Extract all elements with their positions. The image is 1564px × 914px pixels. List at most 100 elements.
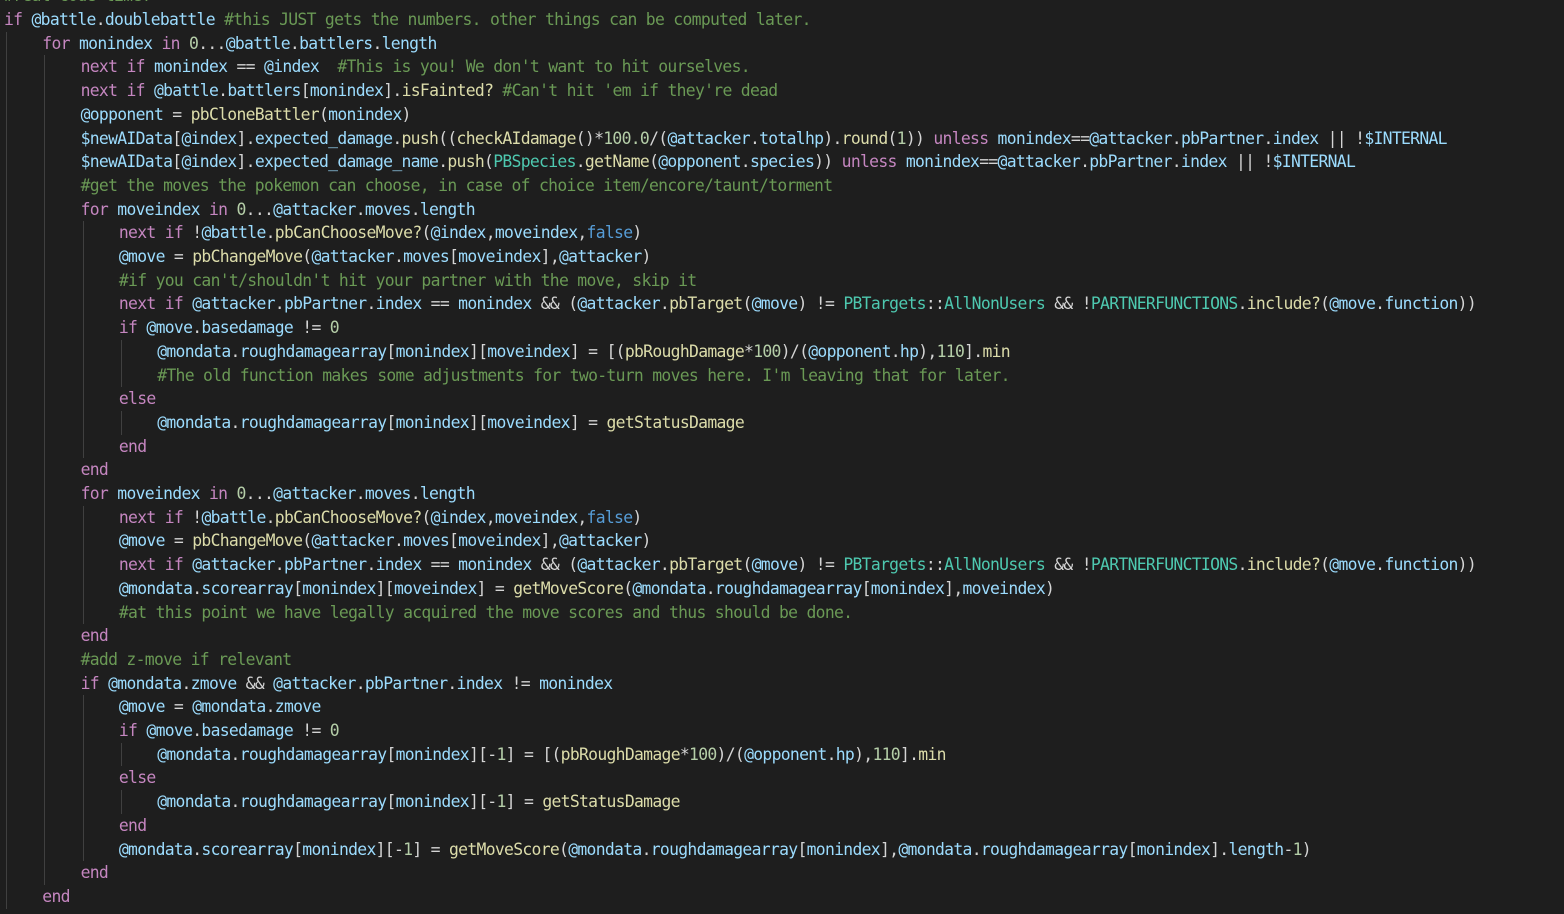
- code-token: doublebattle: [104, 10, 216, 29]
- code-token: .: [740, 152, 751, 172]
- code-line[interactable]: next if @attacker.pbPartner.index == mon…: [119, 553, 1477, 577]
- code-token: @move: [751, 555, 799, 575]
- code-token: pbPartner: [1180, 128, 1264, 148]
- code-token: function: [1384, 294, 1458, 314]
- code-line[interactable]: @opponent = pbCloneBattler(monindex): [80, 103, 412, 127]
- code-line[interactable]: next if !@battle.pbCanChooseMove?(@index…: [119, 221, 642, 245]
- code-token: (: [559, 555, 578, 575]
- code-token: .: [355, 673, 366, 693]
- code-token: 0: [189, 33, 199, 53]
- code-token: @attacker: [559, 531, 642, 551]
- code-token: (: [887, 128, 898, 148]
- code-token: 0: [236, 199, 246, 219]
- code-line[interactable]: if @move.basedamage != 0: [119, 316, 340, 340]
- code-token: .: [1080, 152, 1090, 172]
- code-token: #at this point we have legally acquired …: [118, 602, 853, 622]
- code-token: ): [797, 294, 807, 314]
- code-token: .: [438, 152, 448, 172]
- code-line[interactable]: next if monindex == @index #This is you!…: [81, 55, 751, 79]
- code-token: !: [1263, 152, 1273, 172]
- code-editor[interactable]: #real code time! if @battle.doublebattle…: [0, 0, 1564, 914]
- code-token: for: [80, 199, 109, 219]
- code-token: [: [386, 744, 396, 764]
- code-line[interactable]: @mondata.scorearray[monindex][moveindex]…: [119, 577, 1055, 601]
- code-line[interactable]: #if you can't/shouldn't hit your partner…: [119, 269, 697, 293]
- code-line[interactable]: #at this point we have legally acquired …: [118, 601, 853, 625]
- code-line[interactable]: @move = pbChangeMove(@attacker.moves[mov…: [119, 529, 652, 553]
- code-token: ]: [505, 792, 516, 812]
- code-line[interactable]: $newAIData[@index].expected_damage_name.…: [81, 150, 1356, 174]
- code-token: ): [641, 247, 652, 266]
- code-line[interactable]: next if @attacker.pbPartner.index == mon…: [119, 292, 1477, 316]
- code-line[interactable]: #add z-move if relevant: [81, 648, 293, 672]
- code-line[interactable]: for monindex in 0...@battle.battlers.len…: [42, 32, 437, 56]
- code-token: ].: [964, 341, 983, 361]
- code-token: .: [230, 412, 241, 432]
- code-token: end: [118, 436, 147, 456]
- code-line[interactable]: next if @battle.battlers[monindex].isFai…: [81, 79, 779, 103]
- code-line[interactable]: end: [119, 814, 147, 838]
- code-token: .: [355, 484, 366, 503]
- code-line[interactable]: if @battle.doublebattle #this JUST gets …: [4, 8, 812, 32]
- code-line[interactable]: @move = pbChangeMove(@attacker.moves[mov…: [119, 245, 652, 269]
- code-token: moveindex: [494, 223, 578, 243]
- code-token: 1: [896, 128, 907, 148]
- code-line[interactable]: else: [119, 766, 156, 790]
- code-token: $newAIData: [80, 152, 173, 172]
- code-line[interactable]: for moveindex in 0...@attacker.moves.len…: [80, 482, 476, 506]
- code-token: zmove: [190, 673, 238, 693]
- code-token: @attacker: [273, 484, 356, 503]
- code-token: .: [265, 697, 276, 717]
- code-line[interactable]: next if !@battle.pbCanChooseMove?(@index…: [119, 506, 642, 530]
- code-line[interactable]: if @mondata.zmove && @attacker.pbPartner…: [81, 672, 614, 696]
- code-token: round: [841, 128, 889, 148]
- code-token: .: [265, 223, 276, 243]
- code-line[interactable]: #get the moves the pokemon can choose, i…: [81, 174, 833, 198]
- code-line[interactable]: @mondata.roughdamagearray[monindex][move…: [157, 340, 1010, 364]
- code-token: .: [393, 247, 404, 266]
- code-token: moves: [364, 484, 412, 503]
- code-line[interactable]: @mondata.roughdamagearray[monindex][move…: [157, 411, 745, 435]
- code-token: if: [4, 10, 23, 29]
- code-token: [: [861, 578, 872, 598]
- code-token: ): [1045, 578, 1055, 598]
- code-line[interactable]: end: [81, 624, 109, 648]
- code-token: ==: [1070, 128, 1090, 148]
- code-token: for: [80, 484, 109, 503]
- code-token: 0: [236, 484, 246, 503]
- code-token: getStatusDamage: [606, 412, 745, 432]
- code-line[interactable]: $newAIData[@index].expected_damage.push(…: [81, 127, 1448, 151]
- code-line[interactable]: end: [119, 435, 147, 459]
- code-token: ||: [1235, 152, 1255, 172]
- code-token: ): [797, 555, 807, 575]
- code-line[interactable]: #The old function makes some adjustments…: [157, 364, 1010, 388]
- code-token: @opponent: [80, 104, 164, 124]
- code-line[interactable]: @move = @mondata.zmove: [119, 695, 321, 719]
- code-token: ): [632, 507, 642, 527]
- code-token: !=: [815, 555, 835, 575]
- code-token: getMoveScore: [449, 839, 560, 859]
- code-line[interactable]: @mondata.roughdamagearray[monindex][-1] …: [157, 790, 680, 814]
- code-token: ): [632, 223, 642, 243]
- code-token: ][: [468, 412, 488, 432]
- code-token: .: [575, 152, 586, 172]
- code-line[interactable]: end: [42, 885, 70, 909]
- code-token: .: [659, 294, 670, 314]
- code-line[interactable]: end: [81, 458, 109, 482]
- code-token: index: [375, 294, 423, 314]
- code-line[interactable]: end: [81, 861, 109, 885]
- code-token: pbPartner: [283, 294, 367, 314]
- code-line[interactable]: else: [119, 387, 156, 411]
- code-line[interactable]: @mondata.roughdamagearray[monindex][-1] …: [157, 743, 946, 767]
- code-line[interactable]: @mondata.scorearray[monindex][-1] = getM…: [119, 838, 1312, 862]
- code-line[interactable]: if @move.basedamage != 0: [119, 719, 340, 743]
- code-line[interactable]: for moveindex in 0...@attacker.moves.len…: [80, 198, 476, 222]
- code-token: 110: [872, 744, 900, 764]
